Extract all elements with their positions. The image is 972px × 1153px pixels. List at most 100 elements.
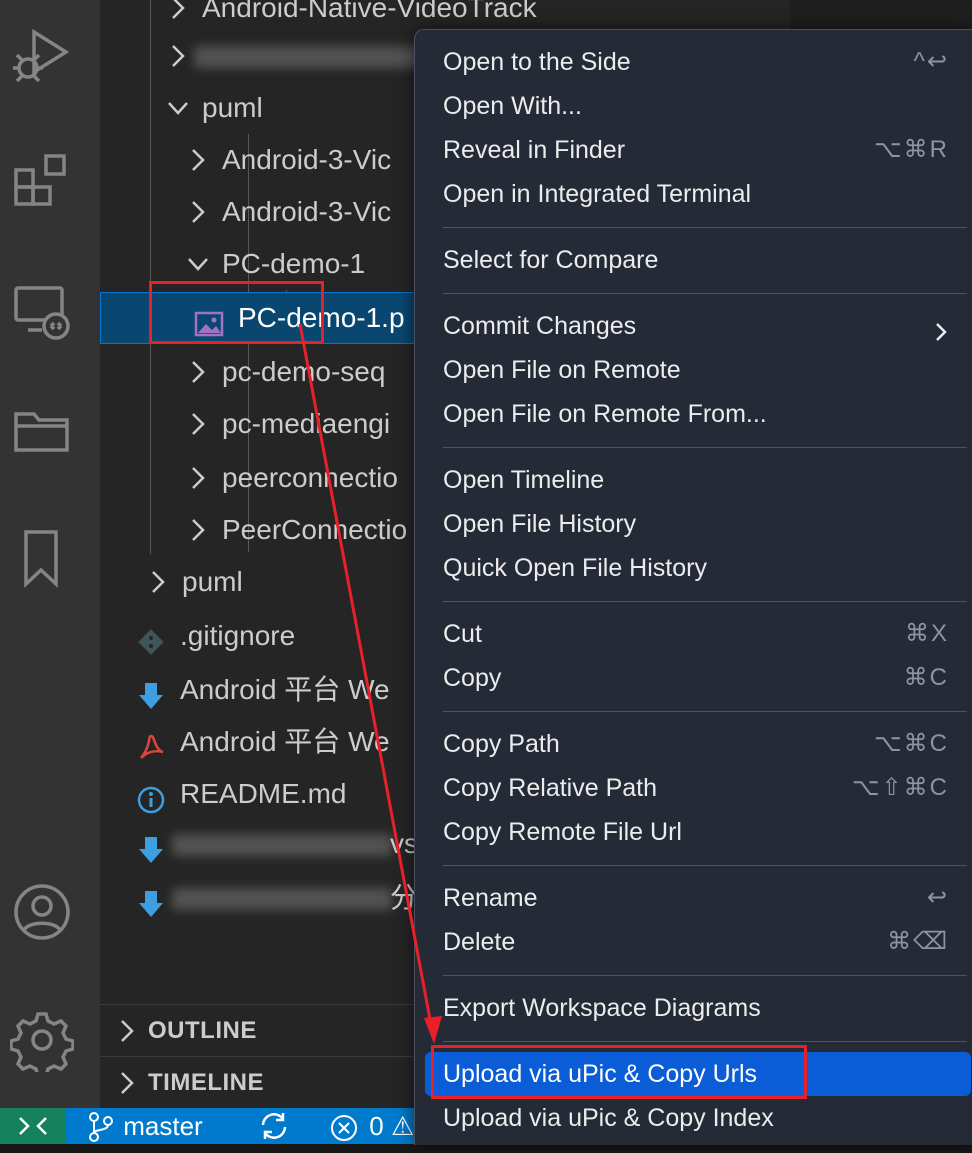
- chevron-down-icon: [166, 82, 190, 134]
- menu-item[interactable]: Copy ⌘C: [425, 656, 971, 700]
- sync-button[interactable]: [256, 1108, 292, 1144]
- activity-bar: [0, 0, 100, 1108]
- account-icon[interactable]: [10, 880, 74, 944]
- menu-item[interactable]: Open With...: [425, 84, 971, 128]
- download-file-icon: [136, 884, 166, 917]
- menu-item-label: Open File on Remote From...: [443, 400, 767, 428]
- menu-separator: [443, 711, 967, 712]
- menu-item[interactable]: Open to the Side ^↩: [425, 40, 971, 84]
- outline-section-label: OUTLINE: [148, 1017, 257, 1044]
- menu-item-label: Copy Remote File Url: [443, 818, 682, 846]
- error-icon: [331, 1115, 357, 1141]
- tree-item-label: README.md: [180, 778, 347, 809]
- menu-item-label: Copy Relative Path: [443, 774, 658, 802]
- menu-item[interactable]: Open in Integrated Terminal: [425, 172, 971, 216]
- menu-item-label: Upload via uPic & Copy Index: [443, 1104, 774, 1132]
- chevron-right-icon: [933, 314, 949, 341]
- sync-icon: [261, 1113, 287, 1139]
- menu-item-label: Select for Compare: [443, 246, 659, 274]
- tree-item-label: Android-3-Vic: [222, 196, 392, 227]
- chevron-right-icon: [186, 134, 210, 186]
- menu-item[interactable]: Select for Compare: [425, 238, 971, 282]
- remote-indicator[interactable]: [0, 1108, 66, 1144]
- info-file-icon: [136, 780, 166, 814]
- menu-item-shortcut: ⌥⌘R: [874, 136, 949, 163]
- tree-item-label: .gitignore: [180, 620, 296, 651]
- menu-item[interactable]: Open File History: [425, 502, 971, 546]
- menu-item-label: Reveal in Finder: [443, 136, 626, 164]
- menu-item[interactable]: Copy Remote File Url: [425, 810, 971, 854]
- menu-item[interactable]: Delete ⌘⌫: [425, 920, 971, 964]
- menu-item-label: Delete: [443, 928, 516, 956]
- tree-item-label: puml: [182, 566, 243, 597]
- annotation-box-menu-item: [431, 1045, 807, 1099]
- menu-item[interactable]: Open Timeline: [425, 458, 971, 502]
- menu-separator: [443, 227, 967, 228]
- menu-item[interactable]: Copy Relative Path ⌥⇧⌘C: [425, 766, 971, 810]
- tree-item-label: pc-mediaengi: [222, 408, 391, 439]
- menu-item[interactable]: Upload via uPic & Copy Index: [425, 1096, 971, 1140]
- tree-item-label: Android 平台 We: [180, 726, 390, 757]
- menu-item-label: Quick Open File History: [443, 554, 707, 582]
- menu-item-shortcut: ⌘X: [904, 620, 949, 647]
- menu-item[interactable]: Open File on Remote From...: [425, 392, 971, 436]
- tree-item-label: peerconnectio: [222, 462, 398, 493]
- menu-separator: [443, 865, 967, 866]
- menu-item-label: Copy: [443, 664, 502, 692]
- branch-name: master: [123, 1111, 203, 1141]
- chevron-right-icon: [186, 186, 210, 238]
- menu-item[interactable]: Open File on Remote: [425, 348, 971, 392]
- menu-item[interactable]: Rename ↩: [425, 876, 971, 920]
- chevron-right-icon: [166, 0, 190, 34]
- bookmark-icon[interactable]: [10, 526, 74, 590]
- menu-item-label: Export Workspace Diagrams: [443, 994, 761, 1022]
- download-file-icon: [136, 676, 166, 709]
- menu-item-shortcut: ^↩: [913, 48, 949, 75]
- git-file-icon: [136, 622, 166, 655]
- folder-icon[interactable]: [10, 400, 74, 464]
- menu-separator: [443, 601, 967, 602]
- menu-item[interactable]: Reveal in Finder ⌥⌘R: [425, 128, 971, 172]
- remote-icon: [19, 1117, 47, 1135]
- menu-item-label: Open Timeline: [443, 466, 605, 494]
- chevron-right-icon: [186, 346, 210, 398]
- menu-item-label: Cut: [443, 620, 482, 648]
- chevron-right-icon: [166, 30, 190, 82]
- problems-indicator[interactable]: 0 ⚠: [328, 1108, 414, 1144]
- redacted-text: [172, 888, 392, 910]
- gear-icon[interactable]: [9, 1008, 75, 1078]
- menu-item-label: Open in Integrated Terminal: [443, 180, 752, 208]
- timeline-section-label: TIMELINE: [148, 1069, 264, 1096]
- download-file-icon: [136, 830, 166, 863]
- tree-item-label: puml: [202, 92, 263, 123]
- chevron-right-icon: [116, 1057, 140, 1109]
- menu-item[interactable]: Cut ⌘X: [425, 612, 971, 656]
- menu-separator: [443, 293, 967, 294]
- annotation-box-file: [149, 281, 324, 344]
- remote-explorer-icon[interactable]: [10, 282, 74, 346]
- chevron-right-icon: [186, 398, 210, 450]
- menu-item-label: Open With...: [443, 92, 582, 120]
- tree-item-label: Android 平台 We: [180, 674, 390, 705]
- redacted-text: [194, 46, 434, 68]
- menu-item[interactable]: Copy Path ⌥⌘C: [425, 722, 971, 766]
- chevron-right-icon: [186, 504, 210, 556]
- tree-item-label: PeerConnectio: [222, 514, 408, 545]
- extensions-icon[interactable]: [10, 150, 74, 214]
- run-debug-icon[interactable]: [10, 24, 74, 88]
- error-count: 0: [369, 1111, 384, 1141]
- context-menu: Open to the Side ^↩ Open With... Reveal in …: [414, 29, 972, 1145]
- menu-item-shortcut: ↩: [926, 884, 949, 911]
- menu-separator: [443, 975, 967, 976]
- menu-item-shortcut: ⌘C: [903, 664, 949, 691]
- menu-item-label: Copy Path: [443, 730, 560, 758]
- branch-indicator[interactable]: master: [86, 1108, 203, 1144]
- menu-item[interactable]: Export Workspace Diagrams: [425, 986, 971, 1030]
- menu-item[interactable]: Commit Changes: [425, 304, 971, 348]
- menu-item-label: Rename: [443, 884, 538, 912]
- menu-separator: [443, 1041, 967, 1042]
- menu-item-label: Open File History: [443, 510, 637, 538]
- menu-item[interactable]: Quick Open File History: [425, 546, 971, 590]
- tree-item-label: Android-3-Vic: [222, 144, 392, 175]
- chevron-right-icon: [186, 452, 210, 504]
